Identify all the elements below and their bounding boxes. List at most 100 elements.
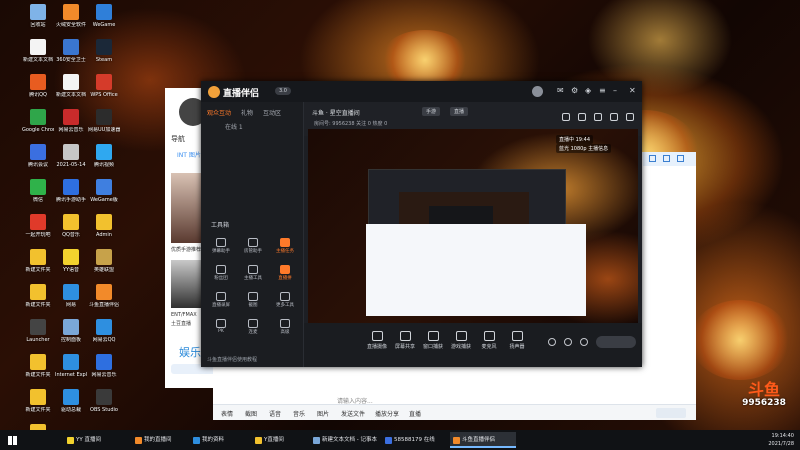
start-live-button[interactable] (596, 336, 636, 348)
tool-button[interactable]: 直播拼 (269, 265, 301, 287)
desktop-icon[interactable]: 新建文件夹 (22, 389, 54, 429)
desktop-icon[interactable]: 网易云音乐 (55, 109, 87, 149)
desktop-icon[interactable]: YY语音 (55, 249, 87, 289)
user-avatar[interactable] (532, 86, 543, 97)
screen-share-button[interactable]: 屏幕共享 (392, 331, 418, 350)
music-tool[interactable]: 音乐 (293, 409, 305, 418)
share-out-icon[interactable] (626, 113, 634, 121)
tool-button[interactable]: 更多工具 (269, 292, 301, 314)
taskbar-button[interactable]: YY 直播间 (64, 432, 130, 448)
voice-tool[interactable]: 语音 (269, 409, 281, 418)
stream-preview[interactable]: 直播中 19:44 蓝光 1080p 主播信息 (308, 129, 638, 323)
window-capture-button[interactable]: 窗口捕获 (420, 331, 446, 350)
category-pill[interactable]: 手游 (422, 107, 441, 116)
streamer-app-window[interactable]: 直播伴侣 3.0 ✉ ⚙ ◈ ≡ – ✕ 观众互动 礼物 互动区 在线 1 工具… (201, 81, 642, 367)
settings-icon[interactable] (564, 338, 572, 346)
share-tool[interactable]: 播放分享 (375, 409, 399, 418)
taskbar-button[interactable]: 我的资料 (190, 432, 250, 448)
desktop-icon[interactable]: QQ音乐 (55, 214, 87, 254)
desktop-icon[interactable]: 新建文本文档 (22, 39, 54, 79)
tool-button[interactable]: PK (205, 319, 237, 341)
tool-button[interactable]: 高级 (269, 319, 301, 341)
lock-icon[interactable] (578, 113, 586, 121)
desktop-icon[interactable]: 新建文件夹 (22, 284, 54, 324)
taskbar-button[interactable]: 新建文本文档 - 记事本 (310, 432, 380, 448)
desktop-icon[interactable]: 360安全卫士 (55, 39, 87, 79)
minimize-icon[interactable] (649, 155, 656, 162)
tool-button[interactable]: 连麦 (237, 319, 269, 341)
desktop-icon[interactable]: 网易云音乐 (88, 354, 120, 394)
maximize-icon[interactable] (663, 155, 670, 162)
skin-icon[interactable]: ◈ (585, 87, 591, 95)
desktop-icon[interactable]: 腾讯QQ (22, 74, 54, 114)
desktop-icon[interactable]: 一起开玩吧 (22, 214, 54, 254)
live-tool[interactable]: 直播 (409, 409, 421, 418)
tool-button[interactable]: 截图 (237, 292, 269, 314)
desktop-icon[interactable]: 2021-05-14 (55, 144, 87, 184)
desktop-icon[interactable]: WPS Office (88, 74, 120, 114)
tool-button[interactable]: 房管助手 (237, 238, 269, 260)
screen-icon[interactable] (594, 113, 602, 121)
message-icon[interactable]: ✉ (557, 87, 564, 95)
tool-button[interactable]: 粉丝团 (205, 265, 237, 287)
game-capture-button[interactable]: 游戏捕获 (448, 331, 474, 350)
desktop-icon[interactable]: 斗鱼直播伴侣 (88, 284, 120, 324)
minimize-icon[interactable]: – (613, 87, 617, 95)
desktop-icon[interactable]: Google Chrome (22, 109, 54, 149)
desktop-icon[interactable]: 新建文本文档 (55, 74, 87, 114)
camera-source-button[interactable]: 直播摄像 (364, 331, 390, 350)
send-button[interactable] (656, 408, 686, 418)
desktop-icon[interactable]: 腾讯手游助手 (55, 179, 87, 219)
record-icon[interactable] (548, 338, 556, 346)
send-file-tool[interactable]: 发送文件 (341, 409, 365, 418)
menu-icon[interactable]: ≡ (599, 87, 606, 95)
tool-button[interactable]: 主播任务 (269, 238, 301, 260)
desktop-icon[interactable]: 网易UU加速器 (88, 109, 120, 149)
taskbar-button[interactable]: 58588179 在线 (382, 432, 448, 448)
share-icon[interactable] (562, 113, 570, 121)
desktop-icon[interactable]: 控制面板 (55, 319, 87, 359)
desktop-icon[interactable]: 微信 (22, 179, 54, 219)
speaker-button[interactable]: 扬声器 (504, 331, 530, 350)
desktop-icon[interactable]: 腾讯视频 (88, 144, 120, 184)
screenshot-tool[interactable]: 截图 (245, 409, 257, 418)
tab-audience[interactable]: 观众互动 (207, 108, 231, 117)
desktop-icon[interactable]: WeGame版 (88, 179, 120, 219)
system-tray[interactable]: 19:14:40 2021/7/28 (768, 432, 794, 448)
tool-button[interactable]: 主播工具 (237, 265, 269, 287)
desktop-icon[interactable]: Steam (88, 39, 120, 79)
microphone-button[interactable]: 麦克风 (476, 331, 502, 350)
desktop-icon[interactable]: 新建文件夹 (22, 354, 54, 394)
desktop-icon[interactable]: 驱动总裁 (55, 389, 87, 429)
tool-button[interactable]: 弹幕助手 (205, 238, 237, 260)
bell-icon[interactable] (610, 113, 618, 121)
desktop-icon[interactable]: OBS Studio (88, 389, 120, 429)
tutorial-link[interactable]: 斗鱼直播伴侣使用教程 (207, 356, 257, 363)
desktop-icon[interactable]: 英雄联盟 (88, 249, 120, 289)
desktop-icon[interactable]: WeGame (88, 4, 120, 44)
tab-gifts[interactable]: 礼物 (241, 108, 253, 117)
desktop-icon[interactable]: Admin (88, 214, 120, 254)
desktop-icon[interactable]: 网易云QQ (88, 319, 120, 359)
taskbar-button[interactable]: 我的直播间 (132, 432, 188, 448)
settings-icon[interactable]: ⚙ (571, 87, 578, 95)
room-title[interactable]: 斗鱼 · 星空直播间 (312, 108, 360, 117)
close-icon[interactable] (677, 155, 684, 162)
image-tool[interactable]: 图片 (317, 409, 329, 418)
desktop-icon[interactable]: 新建文件夹 (22, 249, 54, 289)
tool-button[interactable]: 直播录屏 (205, 292, 237, 314)
desktop-icon[interactable]: 腾讯会议 (22, 144, 54, 184)
desktop-icon[interactable]: 回收站 (22, 4, 54, 44)
tab-interaction[interactable]: 互动区 (263, 108, 281, 117)
gear-icon[interactable] (580, 338, 588, 346)
emoji-tool[interactable]: 表情 (221, 409, 233, 418)
close-icon[interactable]: ✕ (629, 87, 636, 95)
desktop-icon[interactable]: 火绒安全软件 (55, 4, 87, 44)
desktop-icon[interactable]: 网易 (55, 284, 87, 324)
windows-start-icon[interactable] (8, 436, 17, 445)
taskbar-button[interactable]: 斗鱼直播伴侣 (450, 432, 516, 448)
taskbar-button[interactable]: Y直播间 (252, 432, 308, 448)
desktop-icon[interactable]: Launcher (22, 319, 54, 359)
desktop-icon[interactable]: Internet Explorer (55, 354, 87, 394)
yule-label[interactable]: 娱乐 (179, 344, 201, 360)
